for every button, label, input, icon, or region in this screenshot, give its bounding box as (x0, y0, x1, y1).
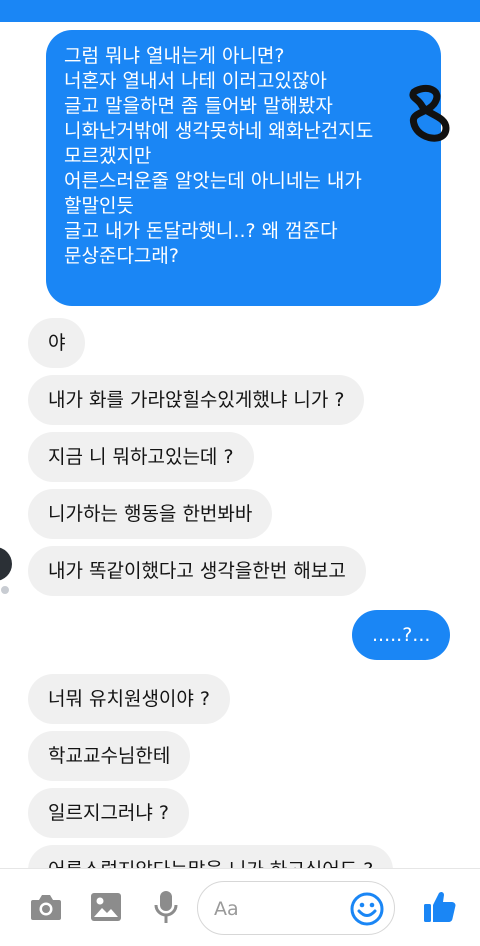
emoji-icon[interactable] (350, 892, 384, 926)
received-message[interactable]: 내가 똑같이했다고 생각을한번 해보고 (28, 546, 366, 596)
received-message[interactable]: 지금 니 뭐하고있는데 ? (28, 432, 254, 482)
camera-icon[interactable] (28, 889, 64, 925)
sent-message[interactable]: .....?... (352, 610, 451, 660)
received-message[interactable]: 내가 화를 가라앉힐수있게했냐 니가 ? (28, 375, 365, 425)
received-message[interactable]: 일르지그러냐 ? (28, 788, 190, 838)
received-message[interactable]: 야 (28, 318, 86, 368)
message-line: 문상준다그래? (64, 245, 179, 267)
message-line: 그럼 뭐냐 열내는게 아니면? (64, 45, 285, 67)
messenger-badge-icon (0, 585, 10, 595)
message-composer[interactable] (197, 881, 395, 935)
message-line: 할말인듯 (64, 195, 134, 217)
received-message[interactable]: 학교교수님한테 (28, 731, 191, 781)
sender-avatar[interactable] (0, 547, 12, 581)
image-icon[interactable] (88, 889, 124, 925)
message-list[interactable]: 그럼 뭐냐 열내는게 아니면? 너혼자 열내서 나테 이러고있잖아 글고 말을하… (0, 22, 480, 868)
message-line: 너혼자 열내서 나테 이러고있잖아 (64, 70, 327, 92)
message-line: 글고 말을하면 좀 들어봐 말해봤자 (64, 95, 333, 117)
message-line: 니화난거밖에 생각못하네 왜화난건지도 (64, 120, 374, 142)
message-line: 어른스러운줄 알앗는데 아니네는 내가 (64, 170, 362, 192)
message-line: 글고 내가 돈달라햇니..? 왜 껌준다 (64, 220, 338, 242)
microphone-icon[interactable] (150, 889, 182, 925)
received-message[interactable]: 어른스럽지않다는말을 니가 하고싶어도 ? (28, 845, 394, 868)
thumbs-up-icon[interactable] (420, 887, 460, 927)
message-line: 모르겠지만 (64, 145, 152, 167)
message-input[interactable] (214, 894, 344, 924)
sent-message-block[interactable]: 그럼 뭐냐 열내는게 아니면? 너혼자 열내서 나테 이러고있잖아 글고 말을하… (46, 30, 441, 306)
composer-bar (0, 868, 480, 946)
received-message[interactable]: 너뭐 유치원생이야 ? (28, 674, 231, 724)
received-message[interactable]: 니가하는 행동을 한번봐바 (28, 489, 273, 539)
handwritten-number-sticker (409, 85, 450, 142)
top-bar (0, 0, 480, 22)
